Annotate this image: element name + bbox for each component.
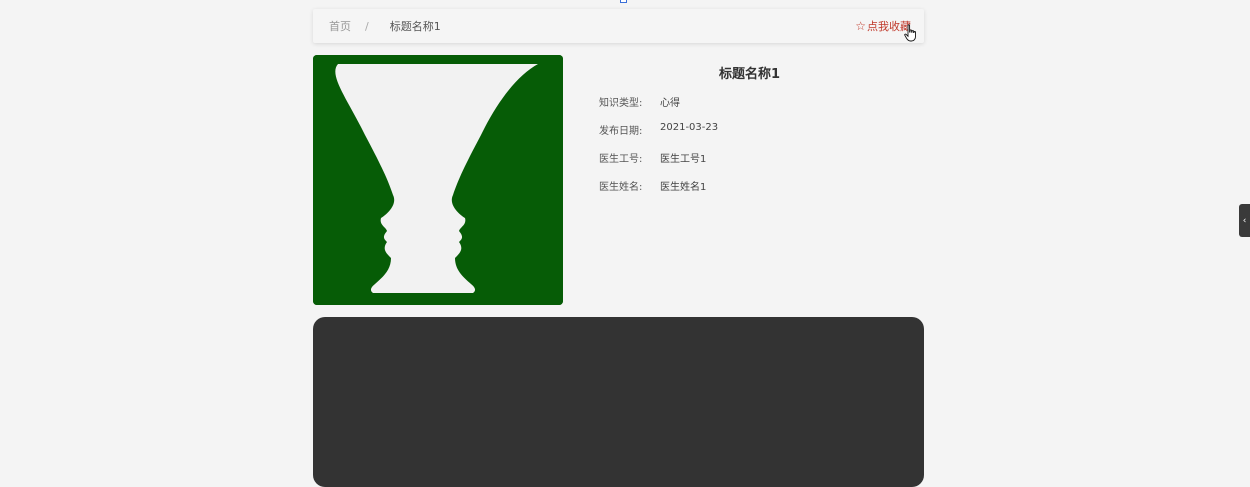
field-row-type: 知识类型: 心得 [599, 94, 680, 109]
field-row-date: 发布日期: 2021-03-23 [599, 122, 718, 137]
detail-title: 标题名称1 [718, 67, 781, 82]
breadcrumb-current: 标题名称1 [389, 20, 441, 33]
detail-panel: 标题名称1 [575, 55, 924, 82]
field-label: 医生工号: [599, 154, 643, 165]
field-row-doctor-name: 医生姓名: 医生姓名1 [599, 178, 706, 193]
field-label: 医生姓名: [599, 182, 643, 193]
field-row-doctor-id: 医生工号: 医生工号1 [599, 150, 706, 165]
top-marker [620, 0, 627, 3]
hand-cursor-icon [904, 24, 916, 42]
field-label: 发布日期: [599, 126, 643, 137]
rubin-vase-image [313, 55, 563, 305]
rubin-vase-graphic [313, 55, 563, 305]
chevron-left-icon: ‹ [1242, 215, 1247, 226]
field-value: 2021-03-23 [660, 122, 719, 133]
video-player[interactable] [313, 317, 924, 487]
star-outline-icon: ☆ [855, 19, 866, 33]
side-panel-toggle[interactable]: ‹ [1239, 204, 1250, 237]
favorite-button[interactable]: ☆ 点我收藏 [855, 18, 911, 34]
field-value: 医生姓名1 [660, 182, 707, 193]
field-label: 知识类型: [599, 98, 643, 109]
breadcrumb-home-link[interactable]: 首页 [329, 18, 351, 34]
field-value: 心得 [660, 98, 680, 109]
field-value: 医生工号1 [660, 154, 707, 165]
breadcrumb-separator: / [365, 19, 369, 33]
breadcrumb: 首页 / 标题名称1 ☆ 点我收藏 [313, 9, 924, 43]
